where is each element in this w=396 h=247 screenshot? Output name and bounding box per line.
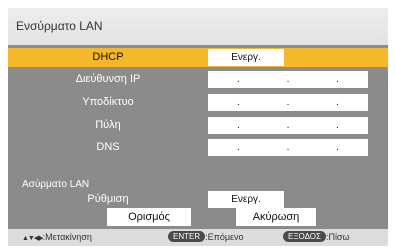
dns-value: . . .: [237, 142, 361, 153]
help-enter-label: :Επόμενο: [205, 232, 244, 242]
dns-row[interactable]: DNS . . .: [8, 138, 388, 157]
help-bar: ▲▼◀▶:Μετακίνηση ENTER:Επόμενο ΕΞΟΔΟΣ:Πίσ…: [8, 229, 388, 246]
enter-key-badge: ENTER: [168, 231, 206, 243]
help-enter: ENTER:Επόμενο: [168, 229, 244, 246]
subnet-label: Υποδίκτυο: [82, 96, 134, 108]
help-move: ▲▼◀▶:Μετακίνηση: [22, 229, 92, 247]
gateway-row[interactable]: Πύλη . . .: [8, 116, 388, 135]
ip-address-label: Διεύθυνση IP: [75, 73, 141, 85]
arrow-keys-icon: ▲▼◀▶: [22, 235, 44, 242]
cancel-button[interactable]: Ακύρωση: [236, 208, 316, 226]
gateway-label: Πύλη: [95, 119, 121, 131]
wireless-lan-section-label: Ασύρματο LAN: [22, 179, 90, 190]
dhcp-value[interactable]: Ενεργ.: [208, 49, 284, 66]
gateway-field[interactable]: . . .: [208, 117, 368, 134]
dns-field[interactable]: . . .: [208, 139, 368, 156]
ip-address-value: . . .: [237, 74, 361, 85]
wireless-setting-row[interactable]: Ρύθμιση Ενεργ.: [8, 190, 388, 209]
wired-lan-panel: Ενσύρματο LAN DHCP Ενεργ. Διεύθυνση IP .…: [8, 8, 388, 246]
ip-address-field[interactable]: . . .: [208, 71, 368, 88]
help-exit-label: :Πίσω: [325, 232, 350, 242]
gateway-value: . . .: [237, 120, 361, 131]
subnet-value: . . .: [237, 97, 361, 108]
wireless-setting-value[interactable]: Ενεργ.: [208, 191, 284, 208]
dns-label: DNS: [96, 141, 120, 153]
exit-key-badge: ΕΞΟΔΟΣ: [283, 231, 326, 243]
subnet-field[interactable]: . . .: [208, 94, 368, 111]
help-exit: ΕΞΟΔΟΣ:Πίσω: [283, 229, 350, 246]
set-button[interactable]: Ορισμός: [107, 208, 191, 226]
dhcp-row[interactable]: DHCP Ενεργ.: [8, 48, 388, 67]
ip-address-row[interactable]: Διεύθυνση IP . . .: [8, 70, 388, 89]
subnet-row[interactable]: Υποδίκτυο . . .: [8, 93, 388, 112]
panel-title: Ενσύρματο LAN: [8, 8, 388, 45]
help-move-label: :Μετακίνηση: [42, 232, 92, 242]
wireless-setting-label: Ρύθμιση: [87, 193, 129, 205]
dhcp-label: DHCP: [92, 51, 124, 63]
